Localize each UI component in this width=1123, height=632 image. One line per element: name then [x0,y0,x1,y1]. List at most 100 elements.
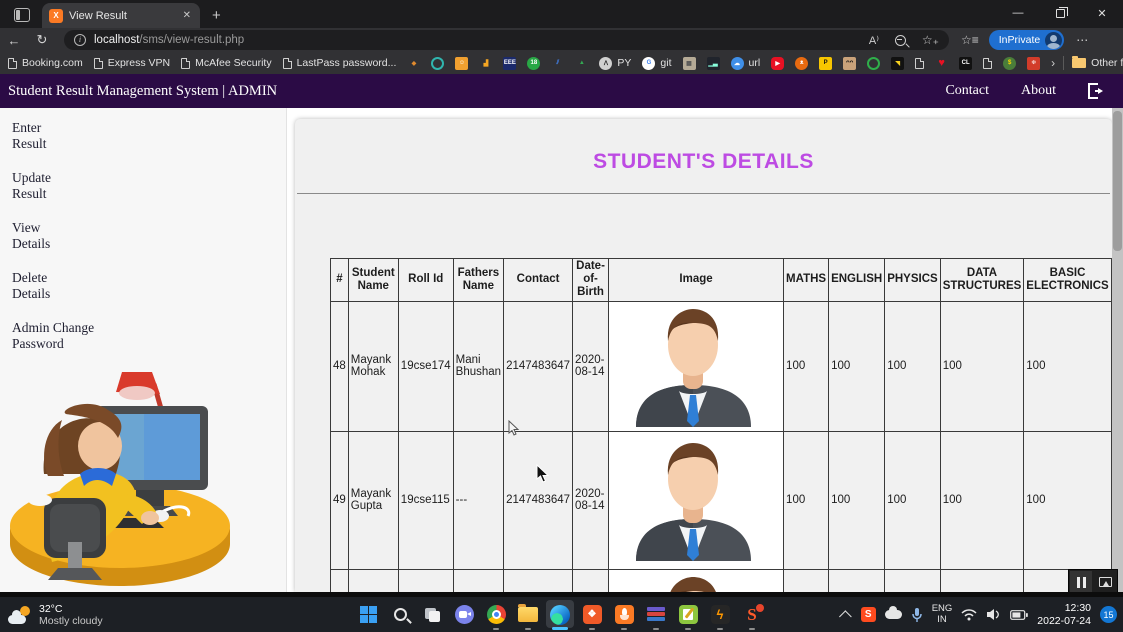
scrollbar-thumb[interactable] [1113,111,1122,251]
bookmark-chart-app[interactable]: ▁▃ [707,57,720,70]
chat-button[interactable] [448,597,480,632]
bookmark-eagle[interactable]: ◥ [891,57,904,70]
divider [1063,56,1064,70]
edge-button[interactable] [544,597,576,632]
sidebar-item-enter-result[interactable]: EnterResult [0,120,286,152]
bookmark-google-git[interactable]: Ggit [642,57,671,70]
browser-tab[interactable]: X View Result ✕ [42,3,200,28]
nav-about[interactable]: About [1021,83,1056,99]
bookmark-google-play[interactable]: ▲ [575,57,588,70]
nav-contact[interactable]: Contact [945,83,989,99]
col-roll-id: Roll Id [398,259,453,302]
bookmark-orange-app[interactable]: ☺ [455,57,468,70]
bookmark-github-py[interactable]: ᐱPY [599,57,631,70]
col-student-name: Student Name [348,259,398,302]
sidebar-item-delete-details[interactable]: DeleteDetails [0,270,286,302]
sidebar-item-view-details[interactable]: ViewDetails [0,220,286,252]
bookmark-url-shortener[interactable]: ☁url [731,57,761,70]
xampp-button[interactable] [608,597,640,632]
pause-button[interactable] [1070,571,1092,593]
bookmark-bank[interactable]: ▦ [683,57,696,70]
bookmark-eee[interactable]: EEE [503,57,516,70]
bookmark-red-app[interactable]: ፨ [1027,57,1040,70]
col-basic-electronics: BASIC ELECTRONICS [1024,259,1111,302]
restore-icon [1056,9,1065,18]
winrar-button[interactable] [640,597,672,632]
clock[interactable]: 12:302022-07-24 [1037,602,1091,627]
s-app-button[interactable]: S [736,597,768,632]
task-view-button[interactable] [416,597,448,632]
table-row-partial [331,569,1112,592]
bookmark-coin[interactable]: $ [1003,57,1016,70]
bookmark-youtube[interactable]: ▶ [771,57,784,70]
bookmark-whatsapp[interactable]: 18 [527,57,540,70]
sidebar-item-update-result[interactable]: UpdateResult [0,170,286,202]
xampp-favicon-icon: X [49,9,63,23]
bookmark-p-app[interactable]: P [819,57,832,70]
bookmark-godaddy[interactable] [431,57,444,70]
bookmark-lastpass[interactable]: LastPass password... [283,57,397,69]
bookmark-sunglasses[interactable]: ᴖᴖ [843,57,856,70]
tray-s-app-icon[interactable]: S [861,607,876,622]
inprivate-badge[interactable]: InPrivate [989,30,1064,50]
weather-widget[interactable]: 32°CMostly cloudy [8,597,103,632]
bookmark-green-ring[interactable] [867,57,880,70]
col-fathers-name: Fathers Name [453,259,503,302]
minimize-button[interactable]: — [997,0,1039,26]
language-indicator[interactable]: ENGIN [932,604,953,625]
refresh-icon[interactable]: ↻ [28,32,56,48]
bookmark-google-ads[interactable]: ⫽ [551,57,564,70]
favorites-icon[interactable]: ☆≡ [961,33,979,47]
new-tab-button[interactable]: + [212,7,221,24]
onedrive-icon[interactable] [885,610,902,619]
notepad-plus-button[interactable] [672,597,704,632]
notification-count-badge[interactable]: 15 [1100,606,1117,623]
main-panel: STUDENT'S DETAILS # Student Name Roll Id… [287,108,1112,592]
url-field[interactable]: i localhost /sms/view-result.php A⁾ ☆₊ [64,30,949,50]
bookmarks-bar: Booking.com Express VPN McAfee Security … [0,52,1123,74]
sublime-button[interactable]: ϟ [704,597,736,632]
zoom-indicator-icon[interactable] [895,35,906,46]
battery-icon[interactable] [1010,610,1028,620]
tab-actions-icon[interactable] [14,8,30,22]
cell-student-name [348,569,398,592]
read-aloud-icon[interactable]: A⁾ [869,34,879,47]
bookmark-expressvpn[interactable]: Express VPN [94,57,170,69]
bookmark-booking[interactable]: Booking.com [8,57,83,69]
close-button[interactable]: ✕ [1081,0,1123,26]
site-info-icon[interactable]: i [74,34,86,46]
back-icon[interactable]: ← [0,33,28,48]
bookmarks-overflow-icon[interactable]: › [1051,56,1055,70]
other-favorites-button[interactable]: Other favorites [1072,57,1123,69]
file-explorer-button[interactable] [512,597,544,632]
bookmark-analytics[interactable]: ▟ [479,57,492,70]
bookmark-page1[interactable] [915,58,924,69]
chrome-button[interactable] [480,597,512,632]
bookmark-mcafee[interactable]: McAfee Security [181,57,271,69]
search-icon [394,608,407,621]
cell-dob: 2020-08-14 [573,431,609,569]
page-icon [983,58,992,69]
screen-recorder-button[interactable]: ❖ [576,597,608,632]
microphone-icon[interactable] [911,607,923,623]
wifi-icon[interactable] [961,609,977,621]
start-button[interactable] [352,597,384,632]
add-favorite-icon[interactable]: ☆₊ [922,33,939,47]
page-scrollbar[interactable] [1112,108,1123,592]
bookmark-arrows[interactable]: ◆ [407,57,420,70]
results-table-wrap: # Student Name Roll Id Fathers Name Cont… [330,258,1112,592]
logout-icon[interactable] [1088,83,1105,99]
speaker-icon[interactable] [986,608,1001,621]
bookmark-heart[interactable]: ♥ [935,57,948,70]
restore-button[interactable] [1039,0,1081,26]
bookmark-page2[interactable] [983,58,992,69]
bookmark-reddit[interactable]: ᴥ [795,57,808,70]
cell-sno [331,569,349,592]
picture-in-picture-button[interactable] [1094,571,1116,593]
bookmark-cl[interactable]: CL [959,57,972,70]
search-button[interactable] [384,597,416,632]
browser-menu-icon[interactable]: ⋯ [1076,33,1089,47]
sidebar-item-admin-change-password[interactable]: Admin ChangePassword [0,320,286,352]
tab-close-icon[interactable]: ✕ [181,10,193,21]
hidden-icons-chevron-icon[interactable] [839,610,852,623]
